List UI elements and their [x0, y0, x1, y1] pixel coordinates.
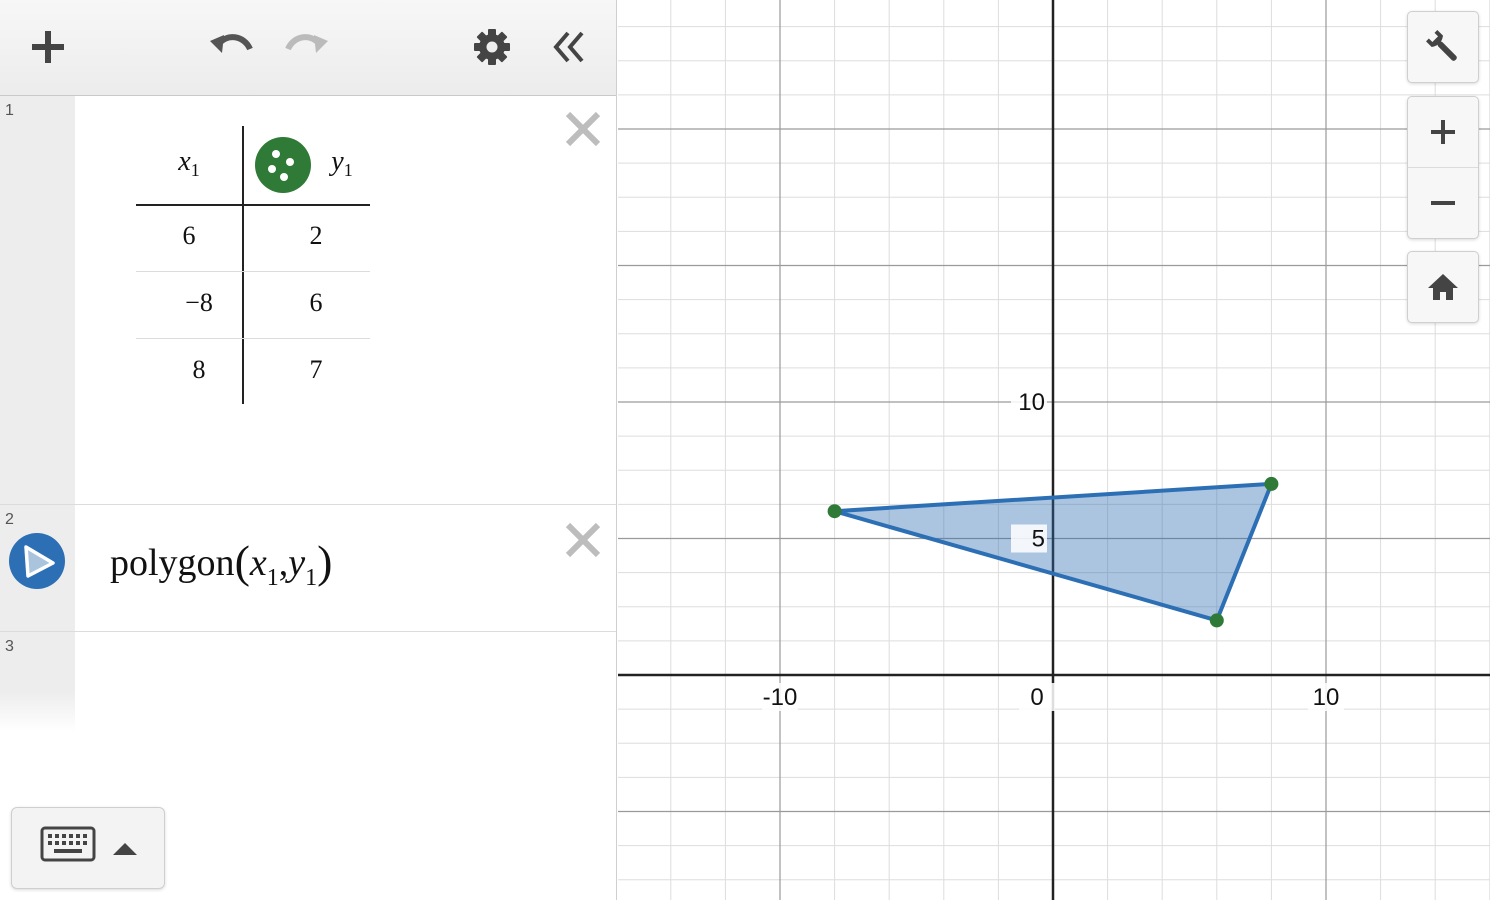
zoom-out-icon [1431, 200, 1455, 205]
double-chevron-left-icon [553, 31, 584, 63]
table-point [1264, 476, 1279, 491]
expression-panel: 1 x1 y1 6 2 −8 6 8 7 2 polygon(x1,y1) 3 [0, 0, 617, 900]
expression-row-3[interactable]: 3 [0, 632, 616, 732]
table-cell[interactable]: −8 [136, 288, 262, 318]
data-table: x1 y1 6 2 −8 6 8 7 [136, 126, 370, 406]
left-paren: ( [234, 536, 250, 587]
keyboard-icon [40, 826, 96, 862]
x-tick-label: 0 [1030, 684, 1043, 711]
expression-number: 2 [5, 511, 14, 528]
caret-up-icon [113, 843, 137, 855]
zoom-in-icon [1431, 119, 1455, 144]
y-tick-label: 5 [1032, 526, 1045, 553]
expression-number: 1 [5, 102, 14, 119]
x-tick-label: -10 [763, 684, 798, 711]
axes [618, 0, 1490, 900]
point-style-icon[interactable] [254, 136, 312, 194]
x-tick-label: 10 [1313, 684, 1340, 711]
expression-row-2[interactable]: 2 polygon(x1,y1) [0, 505, 616, 631]
graph-paper[interactable]: -10 0 10 5 10 [618, 0, 1490, 900]
home-icon [1428, 274, 1458, 300]
add-expression-button[interactable] [23, 22, 73, 72]
table-cell[interactable]: 7 [256, 355, 376, 385]
y-tick-label: 10 [1018, 389, 1045, 416]
table-row-divider [136, 338, 370, 339]
table-point [1209, 613, 1224, 628]
table-point [827, 504, 842, 519]
arg-separator: , [278, 542, 289, 584]
redo-button[interactable] [283, 22, 333, 72]
expression-gutter [0, 96, 75, 504]
table-cell[interactable]: 8 [136, 355, 262, 385]
add-icon [32, 31, 64, 63]
redo-icon [285, 34, 328, 53]
table-cell[interactable]: 6 [256, 288, 376, 318]
expression-toolbar [0, 0, 616, 96]
zoom-out-button[interactable] [1408, 168, 1478, 239]
collapse-panel-button[interactable] [543, 22, 593, 72]
table-header-y[interactable]: y1 [314, 146, 370, 181]
wrench-icon [1426, 30, 1457, 61]
zoom-controls [1407, 96, 1479, 239]
settings-button[interactable] [467, 22, 517, 72]
table-row-divider [136, 271, 370, 272]
delete-expression-icon[interactable] [564, 521, 602, 559]
table-cell[interactable]: 6 [136, 221, 242, 251]
gear-icon [474, 29, 510, 65]
function-name: polygon [110, 542, 235, 584]
undo-button[interactable] [205, 22, 255, 72]
expression-math[interactable]: polygon(x1,y1) [110, 533, 332, 592]
delete-expression-icon[interactable] [564, 110, 602, 148]
zoom-in-button[interactable] [1408, 97, 1478, 168]
polygon-style-icon[interactable] [8, 532, 66, 590]
expression-number: 3 [5, 638, 14, 655]
default-viewport-button[interactable] [1407, 251, 1479, 323]
table-header-divider [136, 204, 370, 206]
right-paren: ) [317, 536, 333, 587]
table-header-x[interactable]: x1 [136, 146, 242, 181]
graph-settings-button[interactable] [1407, 11, 1479, 83]
table-cell[interactable]: 2 [256, 221, 376, 251]
keyboard-toggle-button[interactable] [11, 807, 165, 889]
undo-icon [210, 34, 253, 53]
